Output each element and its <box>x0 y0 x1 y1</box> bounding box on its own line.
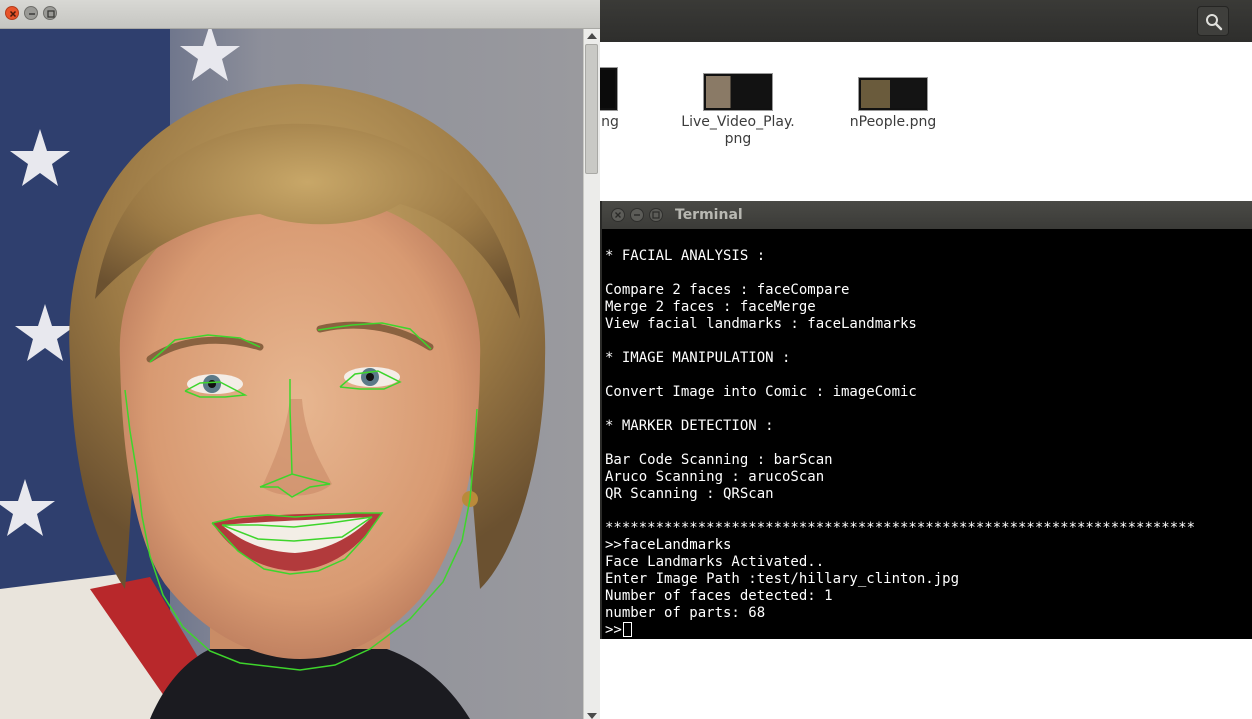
close-icon <box>9 10 17 18</box>
scroll-down-arrow-icon[interactable] <box>587 713 597 719</box>
terminal-output[interactable]: * FACIAL ANALYSIS : Compare 2 faces : fa… <box>603 230 1252 639</box>
maximize-icon <box>47 10 55 18</box>
terminal-line: QR Scanning : QRScan <box>605 486 774 502</box>
scrollbar-thumb[interactable] <box>585 44 598 174</box>
maximize-button[interactable] <box>43 6 57 20</box>
file-name[interactable]: ng <box>598 114 622 131</box>
file-thumbnail[interactable] <box>703 73 773 111</box>
terminal-line: View facial landmarks : faceLandmarks <box>605 316 917 332</box>
terminal-prompt: >> <box>605 622 622 638</box>
terminal-line: number of parts: 68 <box>605 605 766 621</box>
scroll-up-arrow-icon[interactable] <box>587 33 597 39</box>
portrait-image <box>0 29 583 719</box>
terminal-titlebar[interactable]: Terminal <box>602 201 1252 229</box>
viewer-titlebar[interactable] <box>0 0 600 29</box>
file-name[interactable]: Live_Video_Play. png <box>668 114 808 148</box>
terminal-line: Number of faces detected: 1 <box>605 588 833 604</box>
image-viewer-window <box>0 0 600 719</box>
terminal-cursor[interactable] <box>622 622 632 637</box>
terminal-separator: ****************************************… <box>605 520 1196 536</box>
close-button[interactable] <box>5 6 19 20</box>
terminal-line: >>faceLandmarks <box>605 537 732 553</box>
search-button[interactable] <box>1197 6 1229 36</box>
file-manager-header <box>600 0 1252 42</box>
file-name[interactable]: nPeople.png <box>833 114 953 131</box>
file-thumbnail[interactable] <box>858 77 928 111</box>
viewer-image <box>0 29 583 719</box>
terminal-line: * FACIAL ANALYSIS : <box>605 248 766 264</box>
terminal-line: Bar Code Scanning : barScan <box>605 452 833 468</box>
terminal-line: Aruco Scanning : arucoScan <box>605 469 825 485</box>
terminal-window: Terminal * FACIAL ANALYSIS : Compare 2 f… <box>600 201 1252 639</box>
terminal-line: Compare 2 faces : faceCompare <box>605 282 850 298</box>
terminal-maximize-button[interactable] <box>649 208 663 222</box>
terminal-line: Face Landmarks Activated.. <box>605 554 825 570</box>
search-icon <box>1206 14 1223 31</box>
terminal-line: * IMAGE MANIPULATION : <box>605 350 791 366</box>
minimize-button[interactable] <box>24 6 38 20</box>
terminal-line: Convert Image into Comic : imageComic <box>605 384 917 400</box>
minimize-icon <box>634 214 640 216</box>
maximize-icon <box>652 211 660 219</box>
terminal-line: Merge 2 faces : faceMerge <box>605 299 816 315</box>
terminal-line: * MARKER DETECTION : <box>605 418 774 434</box>
close-icon <box>615 212 621 218</box>
vertical-scrollbar[interactable] <box>583 29 600 719</box>
terminal-prompt-line[interactable]: >> <box>605 622 632 639</box>
terminal-line: Enter Image Path :test/hillary_clinton.j… <box>605 571 960 587</box>
terminal-title: Terminal <box>675 207 743 223</box>
minimize-icon <box>29 13 35 15</box>
terminal-minimize-button[interactable] <box>630 208 644 222</box>
terminal-close-button[interactable] <box>611 208 625 222</box>
